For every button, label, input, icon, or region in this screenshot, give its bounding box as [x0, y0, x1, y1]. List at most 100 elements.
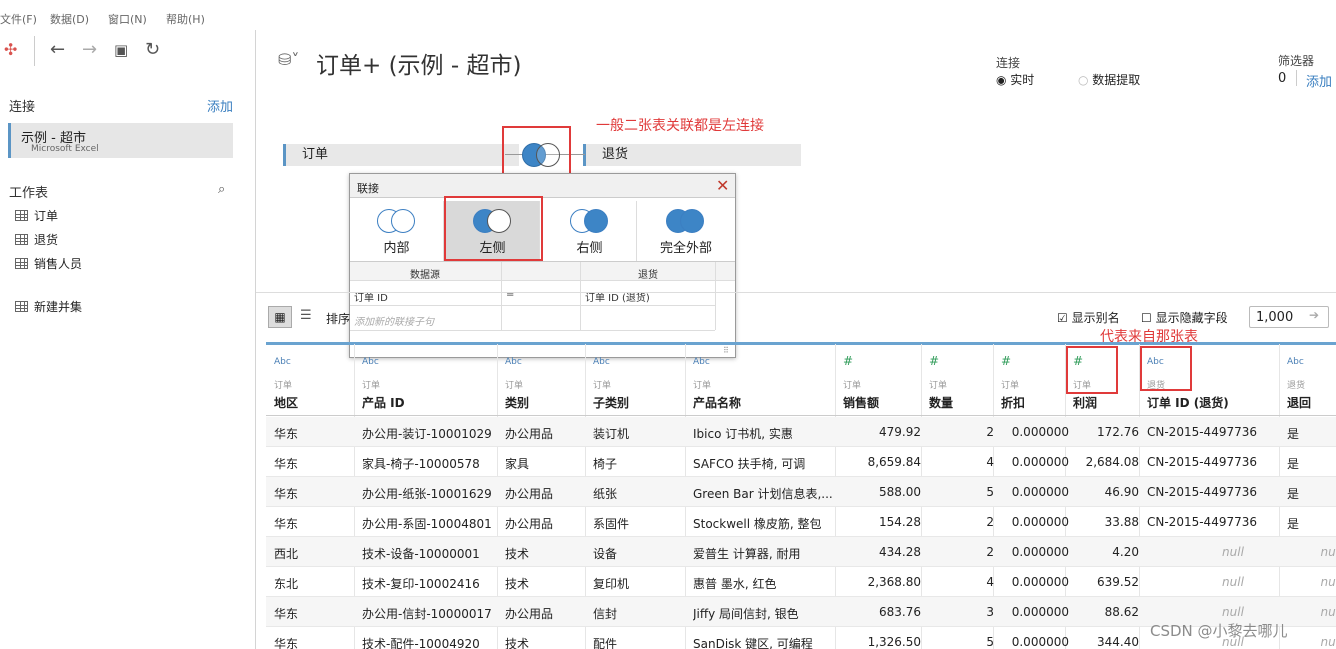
table-cell: null	[1222, 605, 1244, 619]
table-cell: 是	[1287, 457, 1300, 471]
col-header-name[interactable]: 类别	[505, 394, 529, 411]
back-arrow-icon[interactable]: ←	[50, 40, 65, 60]
table-cell: null	[1222, 545, 1244, 559]
highlight-box	[1140, 346, 1192, 391]
connection-item[interactable]: 示例 - 超市 Microsoft Excel	[8, 123, 233, 158]
rows-input[interactable]: 1,000 ➔	[1249, 306, 1329, 328]
live-radio[interactable]: ◉ 实时	[996, 71, 1034, 88]
table-cell: SanDisk 键区, 可编程	[693, 637, 813, 649]
table-cell: 技术-配件-10004920	[362, 637, 480, 649]
close-icon[interactable]: ✕	[716, 176, 729, 195]
page-title[interactable]: 订单+ (示例 - 超市)	[316, 46, 521, 80]
col-header-name[interactable]: 产品名称	[693, 394, 741, 411]
add-connection-link[interactable]: 添加	[207, 96, 233, 115]
filters-label: 筛选器	[1278, 54, 1315, 68]
col-type-icon[interactable]: Abc	[1287, 357, 1304, 367]
join-right-option[interactable]: 右侧	[543, 201, 637, 262]
table-cell: 系固件	[593, 517, 630, 531]
table-cell: 技术-设备-10000001	[362, 547, 480, 561]
table-cell: 5	[986, 485, 994, 499]
table-cell: 5	[986, 635, 994, 649]
grid-view-icon[interactable]: ▦	[268, 306, 292, 328]
menu-window[interactable]: 窗口(N)	[108, 11, 147, 27]
col-header-name[interactable]: 地区	[274, 394, 298, 411]
checkbox-empty-icon: ☐	[1141, 311, 1156, 325]
new-union[interactable]: 新建并集	[15, 298, 82, 315]
col-type-icon[interactable]: Abc	[505, 357, 522, 367]
right-table-bar[interactable]: 退货	[583, 144, 801, 166]
left-table-bar[interactable]: 订单	[283, 144, 519, 166]
join-inner-option[interactable]: 内部	[350, 201, 444, 262]
table-cell: 家具	[505, 457, 530, 471]
table-cell: 华东	[274, 517, 299, 531]
table-row[interactable]: 西北 技术-设备-10000001 技术 设备 爱普生 计算器, 耐用 434.28 2 0.…	[266, 537, 1336, 567]
table-cell: 设备	[593, 547, 618, 561]
table-cell: null	[1320, 545, 1336, 559]
table-row[interactable]: 华东 办公用-装订-10001029 办公用品 装订机 Ibico 订书机, 实惠 479…	[266, 417, 1336, 447]
show-alias-checkbox[interactable]: ☑ 显示别名	[1057, 309, 1120, 326]
table-cell: 是	[1287, 487, 1300, 501]
col-type-icon[interactable]: Abc	[693, 357, 710, 367]
table-cell: 46.90	[1104, 485, 1139, 499]
table-cell: 办公用-信封-10000017	[362, 607, 492, 621]
col-type-icon[interactable]: Abc	[274, 357, 291, 367]
table-cell: 信封	[593, 607, 618, 621]
full-outer-join-icon	[666, 209, 706, 233]
table-cell: Jiffy 局间信封, 银色	[693, 607, 799, 621]
table-row[interactable]: 华东 家具-椅子-10000578 家具 椅子 SAFCO 扶手椅, 可调 8,659.8…	[266, 447, 1336, 477]
highlight-box	[502, 126, 571, 180]
search-icon[interactable]: ⌕	[218, 182, 225, 197]
col-header-returns: 退货	[638, 270, 658, 281]
table-cell: null	[1320, 575, 1336, 589]
save-icon[interactable]: ▣	[114, 40, 128, 60]
list-view-icon[interactable]: ☰	[300, 308, 312, 323]
clause-operator[interactable]: =	[506, 289, 514, 300]
resize-grip-icon[interactable]: ⠿	[723, 346, 729, 355]
table-row[interactable]: 东北 技术-复印-10002416 技术 复印机 惠普 墨水, 红色 2,368.80 4 0…	[266, 567, 1336, 597]
col-type-icon[interactable]: Abc	[593, 357, 610, 367]
add-clause-link[interactable]: 添加新的联接子句	[354, 313, 434, 328]
table-cell: 588.00	[879, 485, 921, 499]
menu-file[interactable]: 文件(F)	[0, 11, 37, 27]
table-row[interactable]: 华东 办公用-系固-10004801 办公用品 系固件 Stockwell 橡皮筋, 整…	[266, 507, 1336, 537]
show-hidden-checkbox[interactable]: ☐ 显示隐藏字段	[1141, 309, 1228, 326]
tableau-logo-icon[interactable]: ✣	[4, 40, 17, 59]
table-cell: 华东	[274, 457, 299, 471]
col-header-name[interactable]: 订单 ID (退货)	[1147, 394, 1229, 411]
col-header-name[interactable]: 数量	[929, 394, 953, 411]
table-cell: null	[1320, 605, 1336, 619]
col-type-icon[interactable]: #	[1001, 354, 1011, 368]
table-cell: CN-2015-4497736	[1147, 485, 1257, 499]
col-type-icon[interactable]: Abc	[362, 357, 379, 367]
join-full-outer-option[interactable]: 完全外部	[639, 201, 733, 262]
menu-data[interactable]: 数据(D)	[50, 11, 89, 27]
col-type-icon[interactable]: #	[843, 354, 853, 368]
col-type-icon[interactable]: #	[929, 354, 939, 368]
filters-add-link[interactable]: 添加	[1306, 71, 1332, 90]
table-cell: 装订机	[593, 427, 630, 441]
col-header-name[interactable]: 退回	[1287, 394, 1311, 411]
datasource-icon[interactable]: ⛁˅	[278, 50, 299, 69]
table-cell: 技术	[505, 577, 530, 591]
sheet-sales-people[interactable]: 销售人员	[15, 255, 82, 272]
connections-heading: 连接	[9, 100, 36, 115]
table-cell: 华东	[274, 487, 299, 501]
sheet-returns[interactable]: 退货	[15, 231, 58, 248]
col-header-name[interactable]: 销售额	[843, 394, 879, 411]
refresh-icon[interactable]: ↻	[145, 40, 160, 60]
table-cell: Green Bar 计划信息表,...	[693, 487, 833, 501]
col-header-name[interactable]: 折扣	[1001, 394, 1025, 411]
col-header-name[interactable]: 子类别	[593, 394, 629, 411]
forward-arrow-icon[interactable]: →	[82, 40, 97, 60]
col-header-name[interactable]: 产品 ID	[362, 394, 405, 411]
sheet-orders[interactable]: 订单	[15, 207, 58, 224]
col-header-name[interactable]: 利润	[1073, 394, 1097, 411]
table-cell: 办公用品	[505, 427, 554, 441]
connection-type: Microsoft Excel	[31, 144, 99, 154]
menu-help[interactable]: 帮助(H)	[166, 11, 205, 27]
extract-radio[interactable]: ○ 数据提取	[1078, 71, 1140, 88]
table-cell: 家具-椅子-10000578	[362, 457, 480, 471]
table-row[interactable]: 华东 办公用-纸张-10001629 办公用品 纸张 Green Bar 计划信息表,.…	[266, 477, 1336, 507]
arrow-right-icon[interactable]: ➔	[1309, 308, 1319, 322]
sort-label[interactable]: 排序	[326, 310, 350, 327]
